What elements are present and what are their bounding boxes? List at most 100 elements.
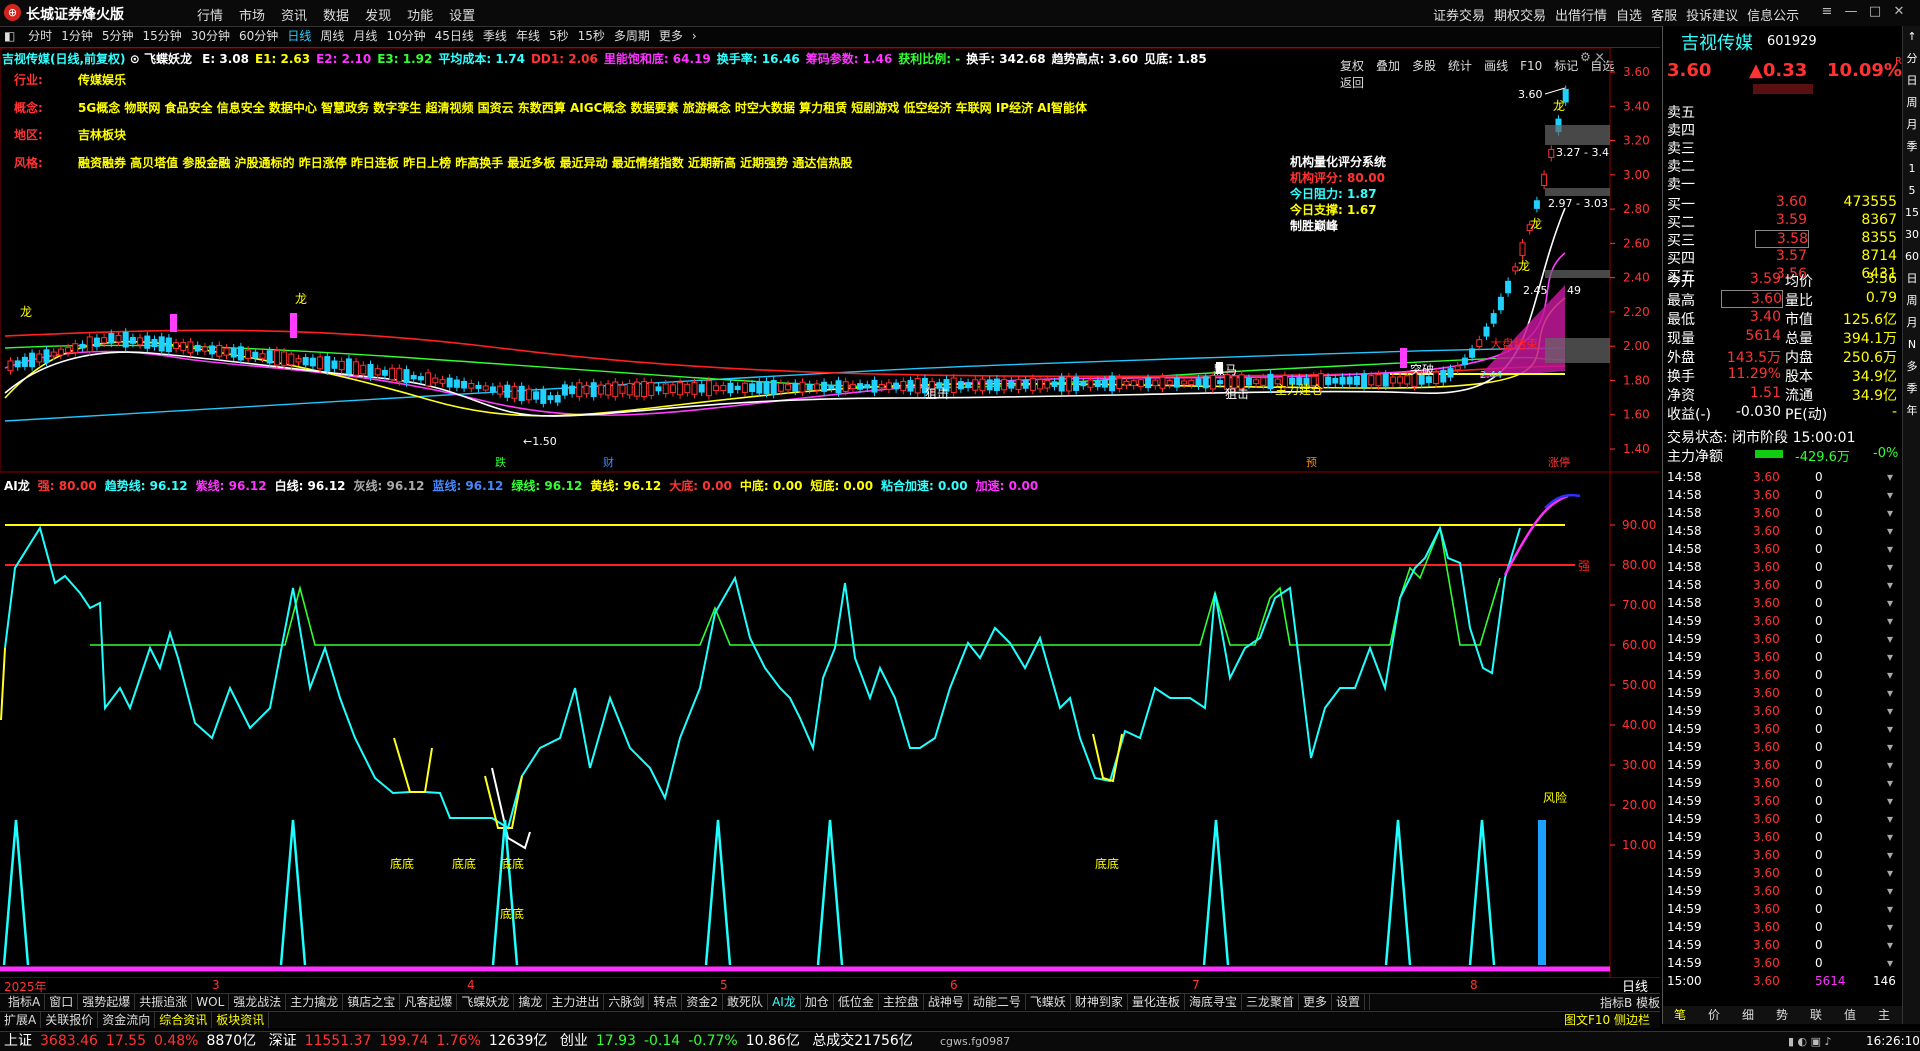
- indicator-tab[interactable]: 海底寻宝: [1185, 994, 1242, 1010]
- indicator-tab[interactable]: 战神号: [924, 994, 969, 1010]
- indicator-tab[interactable]: 低位金: [834, 994, 879, 1010]
- tab-template[interactable]: 模板: [1636, 996, 1660, 1010]
- ask-row[interactable]: 卖一: [1667, 174, 1899, 193]
- menu-item[interactable]: 投诉建议: [1686, 5, 1738, 24]
- indicator-name[interactable]: 飞蝶妖龙: [144, 52, 192, 66]
- period-tab[interactable]: 周线: [320, 27, 344, 44]
- period-tab[interactable]: 1分钟: [61, 27, 93, 44]
- sidebar-button[interactable]: 月: [1903, 114, 1920, 136]
- period-tab[interactable]: 多周期: [614, 27, 650, 44]
- ask-row[interactable]: 卖二: [1667, 156, 1899, 175]
- menu-item[interactable]: 证券交易: [1433, 5, 1485, 24]
- indicator-tab[interactable]: 资金2: [682, 994, 724, 1010]
- menu-item[interactable]: 功能: [407, 5, 433, 24]
- sidebar-button[interactable]: 1: [1903, 158, 1920, 180]
- indicator-tab[interactable]: AI龙: [768, 994, 801, 1010]
- sidebar-button[interactable]: 周: [1903, 92, 1920, 114]
- period-tab[interactable]: 10分钟: [386, 27, 425, 44]
- panel-toggle-icon[interactable]: ◧: [4, 29, 15, 43]
- tab-f10[interactable]: 图文F10: [1564, 1013, 1610, 1027]
- indicator-tab[interactable]: 三龙聚首: [1242, 994, 1299, 1010]
- indicator-tab[interactable]: 飞蝶妖龙: [457, 994, 515, 1010]
- quote-panel-tab[interactable]: 细: [1731, 1006, 1765, 1023]
- maximize-icon[interactable]: □: [1863, 4, 1887, 19]
- period-tab[interactable]: 季线: [483, 27, 507, 44]
- menu-item[interactable]: 期权交易: [1494, 5, 1546, 24]
- tab-ext[interactable]: 关联报价: [41, 1012, 99, 1028]
- indicator-tab[interactable]: 凡客起爆: [400, 994, 458, 1010]
- ask-row[interactable]: 卖五: [1667, 102, 1899, 121]
- indicator-tab[interactable]: 更多: [1299, 994, 1332, 1010]
- indicator-tab[interactable]: 指标A: [4, 994, 46, 1010]
- sidebar-button[interactable]: 60: [1903, 246, 1920, 268]
- period-tab[interactable]: 30分钟: [191, 27, 230, 44]
- period-tab[interactable]: 45日线: [435, 27, 474, 44]
- indicator-tab[interactable]: 设置: [1332, 994, 1365, 1010]
- settings-icon[interactable]: ⚙: [1580, 50, 1591, 64]
- quote-panel-tab[interactable]: 势: [1765, 1006, 1799, 1023]
- sidebar-button[interactable]: 日: [1903, 70, 1920, 92]
- quote-panel-tab[interactable]: 笔: [1663, 1006, 1697, 1023]
- indicator-tab[interactable]: 主力擒龙: [286, 994, 344, 1010]
- period-tab[interactable]: 分时: [28, 27, 52, 44]
- menu-item[interactable]: 客服: [1651, 5, 1677, 24]
- quote-panel-tab[interactable]: 主: [1867, 1006, 1901, 1023]
- sidebar-button[interactable]: 月: [1903, 312, 1920, 334]
- indicator-tab[interactable]: 转点: [649, 994, 683, 1010]
- sidebar-button[interactable]: 多: [1903, 356, 1920, 378]
- tab-sidebar[interactable]: 侧边栏: [1614, 1013, 1650, 1027]
- sidebar-button[interactable]: 5: [1903, 180, 1920, 202]
- menu-item[interactable]: 数据: [323, 5, 349, 24]
- menu-icon[interactable]: ≡: [1815, 4, 1839, 19]
- tab-ext[interactable]: 综合资讯: [155, 1012, 213, 1028]
- bid-row[interactable]: 买三 3.58 8355: [1667, 230, 1899, 249]
- indicator-tab[interactable]: 敢死队: [723, 994, 769, 1010]
- indicator-tab[interactable]: 强龙战法: [229, 994, 287, 1010]
- bid-row[interactable]: 买四 3.57 8714: [1667, 248, 1899, 267]
- sidebar-button[interactable]: 分: [1903, 48, 1920, 70]
- indicator-tab[interactable]: 六脉剑: [604, 994, 650, 1010]
- quote-panel-tab[interactable]: 价: [1697, 1006, 1731, 1023]
- ask-row[interactable]: 卖三: [1667, 138, 1899, 157]
- minimize-icon[interactable]: —: [1839, 4, 1863, 19]
- period-tab-active[interactable]: 日线: [287, 27, 311, 44]
- sidebar-button[interactable]: 季: [1903, 136, 1920, 158]
- tab-ext[interactable]: 扩展A: [0, 1012, 42, 1028]
- sz-label[interactable]: 深证: [269, 1033, 297, 1049]
- sidebar-button[interactable]: 15: [1903, 202, 1920, 224]
- indicator-tab[interactable]: 主力进出: [547, 994, 605, 1010]
- period-tab[interactable]: 年线: [516, 27, 540, 44]
- indicator-tab[interactable]: 主控盘: [879, 994, 924, 1010]
- sh-label[interactable]: 上证: [4, 1033, 32, 1049]
- menu-item[interactable]: 发现: [365, 5, 391, 24]
- bid-row[interactable]: 买二 3.59 8367: [1667, 212, 1899, 231]
- menu-item[interactable]: 信息公示: [1747, 5, 1799, 24]
- chevron-right-icon[interactable]: ›: [692, 29, 697, 43]
- indicator-tab[interactable]: 擒龙: [514, 994, 548, 1010]
- indicator-tab[interactable]: WOL: [192, 994, 230, 1010]
- tab-ext[interactable]: 资金流向: [98, 1012, 156, 1028]
- indicator-tab[interactable]: 量化连板: [1128, 994, 1185, 1010]
- menu-item[interactable]: 出借行情: [1555, 5, 1607, 24]
- indicator-tab[interactable]: 共振追涨: [135, 994, 193, 1010]
- indicator-tab[interactable]: 财神到家: [1071, 994, 1128, 1010]
- indicator-dropdown-icon[interactable]: ⊙: [130, 52, 140, 66]
- close-icon[interactable]: ✕: [1887, 4, 1911, 19]
- chart-canvas[interactable]: 3.60 3.40 3.20 3.00 2.80 2.60 2.40 2.20 2.00 1.80…: [0, 48, 1660, 978]
- period-tab[interactable]: 更多: [659, 27, 683, 44]
- menu-item[interactable]: 设置: [449, 5, 475, 24]
- sidebar-button[interactable]: N: [1903, 334, 1920, 356]
- sidebar-button[interactable]: 周: [1903, 290, 1920, 312]
- menu-item[interactable]: 自选: [1616, 5, 1642, 24]
- indicator-tab[interactable]: 窗口: [45, 994, 79, 1010]
- sidebar-button[interactable]: 30: [1903, 224, 1920, 246]
- period-tab[interactable]: 5分钟: [102, 27, 134, 44]
- period-tab[interactable]: 月线: [353, 27, 377, 44]
- sidebar-button[interactable]: 日: [1903, 268, 1920, 290]
- menu-item[interactable]: 市场: [239, 5, 265, 24]
- indicator-tab[interactable]: 动能二号: [969, 994, 1026, 1010]
- tab-ext[interactable]: 板块资讯: [212, 1012, 270, 1028]
- menu-item[interactable]: 行情: [197, 5, 223, 24]
- sidebar-button[interactable]: 年: [1903, 400, 1920, 422]
- period-tab[interactable]: 15分钟: [142, 27, 181, 44]
